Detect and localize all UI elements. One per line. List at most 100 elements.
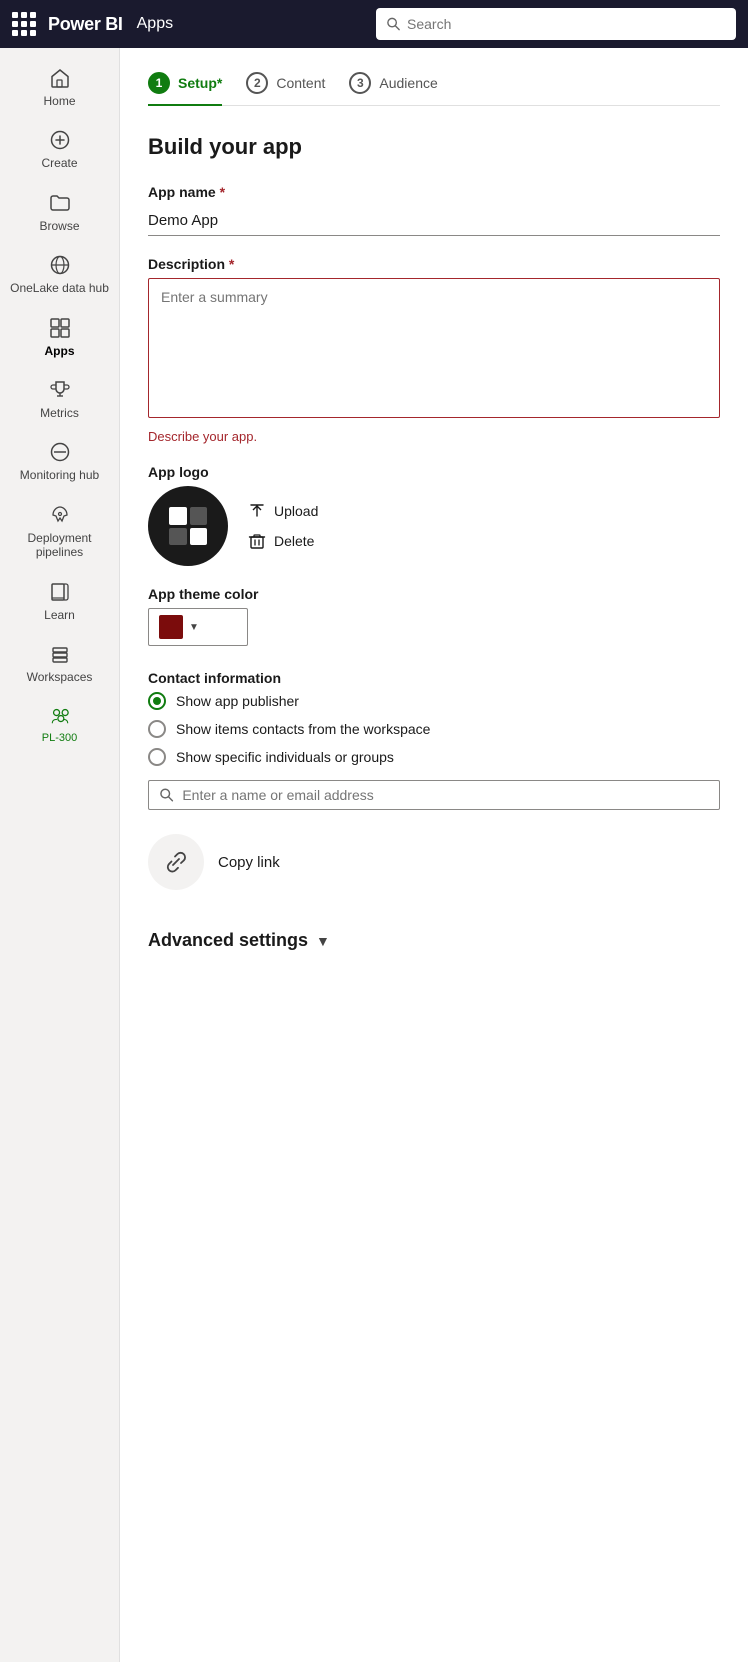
form-title: Build your app: [148, 134, 720, 160]
sidebar-label-home: Home: [43, 94, 75, 108]
sidebar: Home Create Browse: [0, 48, 120, 1662]
home-icon: [48, 66, 72, 90]
chevron-down-icon: ▼: [189, 622, 199, 633]
sidebar-label-create: Create: [41, 156, 77, 170]
delete-button[interactable]: Delete: [248, 532, 318, 550]
people-icon: [48, 704, 72, 728]
trophy-icon: [48, 378, 72, 402]
upload-icon: [248, 502, 266, 520]
trash-icon: [248, 532, 266, 550]
sidebar-item-apps[interactable]: Apps: [0, 306, 119, 368]
sidebar-label-workspaces: Workspaces: [27, 670, 93, 684]
copy-link-icon-wrap: [148, 834, 204, 890]
radio-group: Show app publisher Show items contacts f…: [148, 692, 720, 766]
app-name-label: App name *: [148, 184, 720, 200]
advanced-settings[interactable]: Advanced settings ▼: [148, 918, 720, 951]
sidebar-label-pl300: PL-300: [42, 732, 77, 745]
sidebar-label-learn: Learn: [44, 608, 75, 622]
contact-section: Contact information Show app publisher S…: [148, 670, 720, 810]
search-icon-contact: [159, 787, 174, 803]
copy-link-section: Copy link: [148, 834, 720, 890]
sidebar-item-workspaces[interactable]: Workspaces: [0, 632, 119, 694]
theme-color-label: App theme color: [148, 586, 720, 602]
grid-icon: [48, 316, 72, 340]
sidebar-item-learn[interactable]: Learn: [0, 570, 119, 632]
logo-sq-1: [169, 507, 187, 525]
plus-circle-icon: [48, 128, 72, 152]
tab-content-number: 2: [246, 72, 268, 94]
sidebar-label-apps: Apps: [45, 344, 75, 358]
radio-dot-publisher: [153, 697, 161, 705]
no-entry-icon: [48, 440, 72, 464]
contact-info-label: Contact information: [148, 670, 720, 686]
advanced-settings-label: Advanced settings: [148, 930, 308, 951]
tabs: 1 Setup* 2 Content 3 Audience: [148, 72, 720, 106]
radio-show-individuals[interactable]: Show specific individuals or groups: [148, 748, 720, 766]
contact-search-wrap[interactable]: [148, 780, 720, 810]
radio-label-publisher: Show app publisher: [176, 693, 299, 709]
description-label: Description *: [148, 256, 720, 272]
delete-label: Delete: [274, 533, 314, 549]
advanced-chevron-icon: ▼: [316, 933, 330, 949]
search-bar[interactable]: [376, 8, 736, 40]
description-error: Describe your app.: [148, 429, 720, 444]
radio-show-publisher[interactable]: Show app publisher: [148, 692, 720, 710]
sidebar-item-home[interactable]: Home: [0, 56, 119, 118]
sidebar-label-metrics: Metrics: [40, 406, 79, 420]
search-input[interactable]: [407, 16, 726, 32]
brand-name: Power BI: [48, 14, 123, 35]
sidebar-label-onelake: OneLake data hub: [10, 281, 109, 295]
sidebar-item-browse[interactable]: Browse: [0, 181, 119, 243]
tab-content[interactable]: 2 Content: [246, 72, 325, 106]
color-swatch: [159, 615, 183, 639]
copy-link-label: Copy link: [218, 854, 280, 871]
sidebar-label-monitoring: Monitoring hub: [20, 468, 99, 482]
app-name-required: *: [220, 184, 225, 200]
sidebar-item-metrics[interactable]: Metrics: [0, 368, 119, 430]
sidebar-item-deployment[interactable]: Deployment pipelines: [0, 493, 119, 570]
contact-search-input[interactable]: [182, 787, 709, 803]
book-icon: [48, 580, 72, 604]
radio-circle-individuals: [148, 748, 166, 766]
radio-label-individuals: Show specific individuals or groups: [176, 749, 394, 765]
color-picker-button[interactable]: ▼: [148, 608, 248, 646]
logo-icon: [169, 507, 207, 545]
tab-setup[interactable]: 1 Setup*: [148, 72, 222, 106]
radio-label-workspace: Show items contacts from the workspace: [176, 721, 430, 737]
sidebar-label-deployment: Deployment pipelines: [6, 531, 113, 560]
tab-audience-number: 3: [349, 72, 371, 94]
sidebar-item-create[interactable]: Create: [0, 118, 119, 180]
logo-sq-4: [190, 528, 208, 546]
radio-circle-workspace: [148, 720, 166, 738]
app-name-input[interactable]: [148, 206, 720, 236]
logo-actions: Upload Delete: [248, 502, 318, 550]
sidebar-item-monitoring[interactable]: Monitoring hub: [0, 430, 119, 492]
globe-icon: [48, 253, 72, 277]
upload-button[interactable]: Upload: [248, 502, 318, 520]
link-icon: [162, 848, 190, 876]
radio-circle-publisher: [148, 692, 166, 710]
copy-link-button[interactable]: Copy link: [148, 834, 280, 890]
rocket-icon: [48, 503, 72, 527]
sidebar-item-pl300[interactable]: PL-300: [0, 694, 119, 755]
logo-section: Upload Delete: [148, 486, 720, 566]
content-area: 1 Setup* 2 Content 3 Audience Build your…: [120, 48, 748, 1662]
logo-row: Upload Delete: [148, 486, 720, 566]
search-icon: [386, 16, 401, 32]
main-layout: Home Create Browse: [0, 48, 748, 1662]
tab-setup-label: Setup*: [178, 75, 222, 91]
layers-icon: [48, 642, 72, 666]
app-logo-label: App logo: [148, 464, 720, 480]
radio-show-workspace[interactable]: Show items contacts from the workspace: [148, 720, 720, 738]
description-input[interactable]: [148, 278, 720, 418]
tab-content-label: Content: [276, 75, 325, 91]
app-section-name: Apps: [137, 15, 173, 33]
sidebar-item-onelake[interactable]: OneLake data hub: [0, 243, 119, 305]
topbar: Power BI Apps: [0, 0, 748, 48]
waffle-icon[interactable]: [12, 12, 36, 36]
tab-audience[interactable]: 3 Audience: [349, 72, 437, 106]
logo-sq-3: [169, 528, 187, 546]
folder-icon: [48, 191, 72, 215]
tab-setup-number: 1: [148, 72, 170, 94]
upload-label: Upload: [274, 503, 318, 519]
